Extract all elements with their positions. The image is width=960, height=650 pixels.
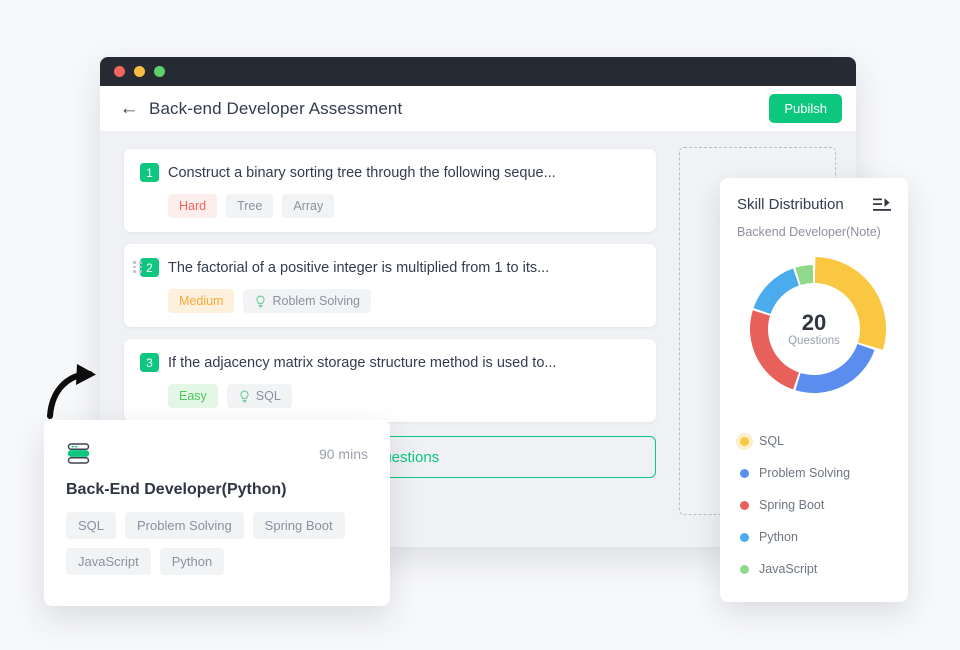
assessment-skill-tag[interactable]: SQL: [66, 512, 116, 539]
assessment-preview-card[interactable]: 90 mins Back-End Developer(Python) SQL Pr…: [44, 420, 390, 606]
question-number: 1: [140, 163, 159, 182]
question-tag[interactable]: SQL: [227, 384, 292, 408]
question-tag[interactable]: Hard: [168, 194, 217, 218]
question-tag-label: Array: [293, 199, 323, 213]
question-number: 3: [140, 353, 159, 372]
question-card[interactable]: 3 If the adjacency matrix storage structu…: [124, 339, 656, 422]
window-maximize-button[interactable]: [154, 66, 165, 77]
legend-item[interactable]: Python: [737, 521, 891, 553]
question-row: 1 Construct a binary sorting tree through…: [140, 163, 640, 182]
question-text: The factorial of a positive integer is m…: [168, 260, 549, 276]
chart-legend: SQL Problem Solving Spring Boot Python JavaS…: [737, 425, 891, 585]
question-tag[interactable]: Roblem Solving: [243, 289, 371, 313]
skill-panel-title: Skill Distribution: [737, 196, 844, 213]
question-row: 3 If the adjacency matrix storage structu…: [140, 353, 640, 372]
legend-color-dot: [740, 565, 749, 574]
legend-item[interactable]: Problem Solving: [737, 457, 891, 489]
legend-color-dot: [740, 469, 749, 478]
legend-label: Problem Solving: [759, 466, 850, 480]
page-title: Back-end Developer Assessment: [149, 99, 402, 119]
donut-svg: [738, 253, 890, 405]
legend-item[interactable]: JavaScript: [737, 553, 891, 585]
skill-panel-header: Skill Distribution: [737, 196, 891, 213]
question-tags: Medium Roblem Solving: [168, 289, 640, 313]
question-tags: Hard Tree Array: [168, 194, 640, 218]
question-tag-label: Easy: [179, 389, 207, 403]
legend-label: Python: [759, 530, 798, 544]
question-number: 2: [140, 258, 159, 277]
legend-label: Spring Boot: [759, 498, 824, 512]
question-tag[interactable]: Tree: [226, 194, 273, 218]
donut-slice[interactable]: [795, 344, 874, 393]
assessment-duration: 90 mins: [319, 446, 368, 462]
question-list: 1 Construct a binary sorting tree through…: [124, 149, 656, 422]
assessment-name: Back-End Developer(Python): [66, 481, 368, 499]
assessment-skill-tag[interactable]: JavaScript: [66, 548, 151, 575]
legend-color-dot: [740, 437, 749, 446]
question-tag-label: Hard: [179, 199, 206, 213]
donut-slice[interactable]: [750, 310, 799, 389]
donut-slice[interactable]: [815, 257, 886, 350]
question-tag[interactable]: Medium: [168, 289, 234, 313]
question-text: Construct a binary sorting tree through …: [168, 165, 556, 181]
legend-item[interactable]: SQL: [737, 425, 891, 457]
window-titlebar: [100, 57, 856, 86]
assessment-skill-tags: SQL Problem Solving Spring Boot JavaScript P…: [66, 512, 368, 575]
question-text: If the adjacency matrix storage structur…: [168, 355, 556, 371]
drag-handle-icon[interactable]: [133, 261, 142, 273]
donut-slice[interactable]: [795, 265, 813, 285]
question-tag-label: Medium: [179, 294, 223, 308]
question-tags: Easy SQL: [168, 384, 640, 408]
question-tag[interactable]: Easy: [168, 384, 218, 408]
question-tag-label: Tree: [237, 199, 262, 213]
assessment-skill-tag[interactable]: Problem Solving: [125, 512, 244, 539]
legend-label: SQL: [759, 434, 784, 448]
publish-button[interactable]: Pubilsh: [769, 94, 842, 123]
collapse-right-icon[interactable]: [873, 197, 891, 213]
page-header: ← Back-end Developer Assessment Pubilsh: [100, 86, 856, 131]
skill-donut-chart: 20 Questions: [737, 253, 891, 405]
assessment-skill-tag[interactable]: Spring Boot: [253, 512, 345, 539]
legend-item[interactable]: Spring Boot: [737, 489, 891, 521]
question-tag-label: SQL: [256, 389, 281, 403]
arrow-left-icon[interactable]: ←: [118, 98, 140, 120]
stack-icon: [66, 441, 91, 466]
window-close-button[interactable]: [114, 66, 125, 77]
donut-slice[interactable]: [754, 269, 799, 314]
question-row: 2 The factorial of a positive integer is …: [140, 258, 640, 277]
legend-color-dot: [740, 501, 749, 510]
question-tag-label: Roblem Solving: [272, 294, 360, 308]
question-card[interactable]: 2 The factorial of a positive integer is …: [124, 244, 656, 327]
skill-distribution-panel: Skill Distribution Backend Developer(Not…: [720, 178, 908, 602]
curved-arrow-icon: [44, 362, 106, 420]
assessment-card-header: 90 mins: [66, 441, 368, 466]
assessment-skill-tag[interactable]: Python: [160, 548, 224, 575]
window-minimize-button[interactable]: [134, 66, 145, 77]
question-card[interactable]: 1 Construct a binary sorting tree through…: [124, 149, 656, 232]
question-tag[interactable]: Array: [282, 194, 334, 218]
skill-panel-subtitle: Backend Developer(Note): [737, 225, 891, 239]
legend-label: JavaScript: [759, 562, 817, 576]
legend-color-dot: [740, 533, 749, 542]
